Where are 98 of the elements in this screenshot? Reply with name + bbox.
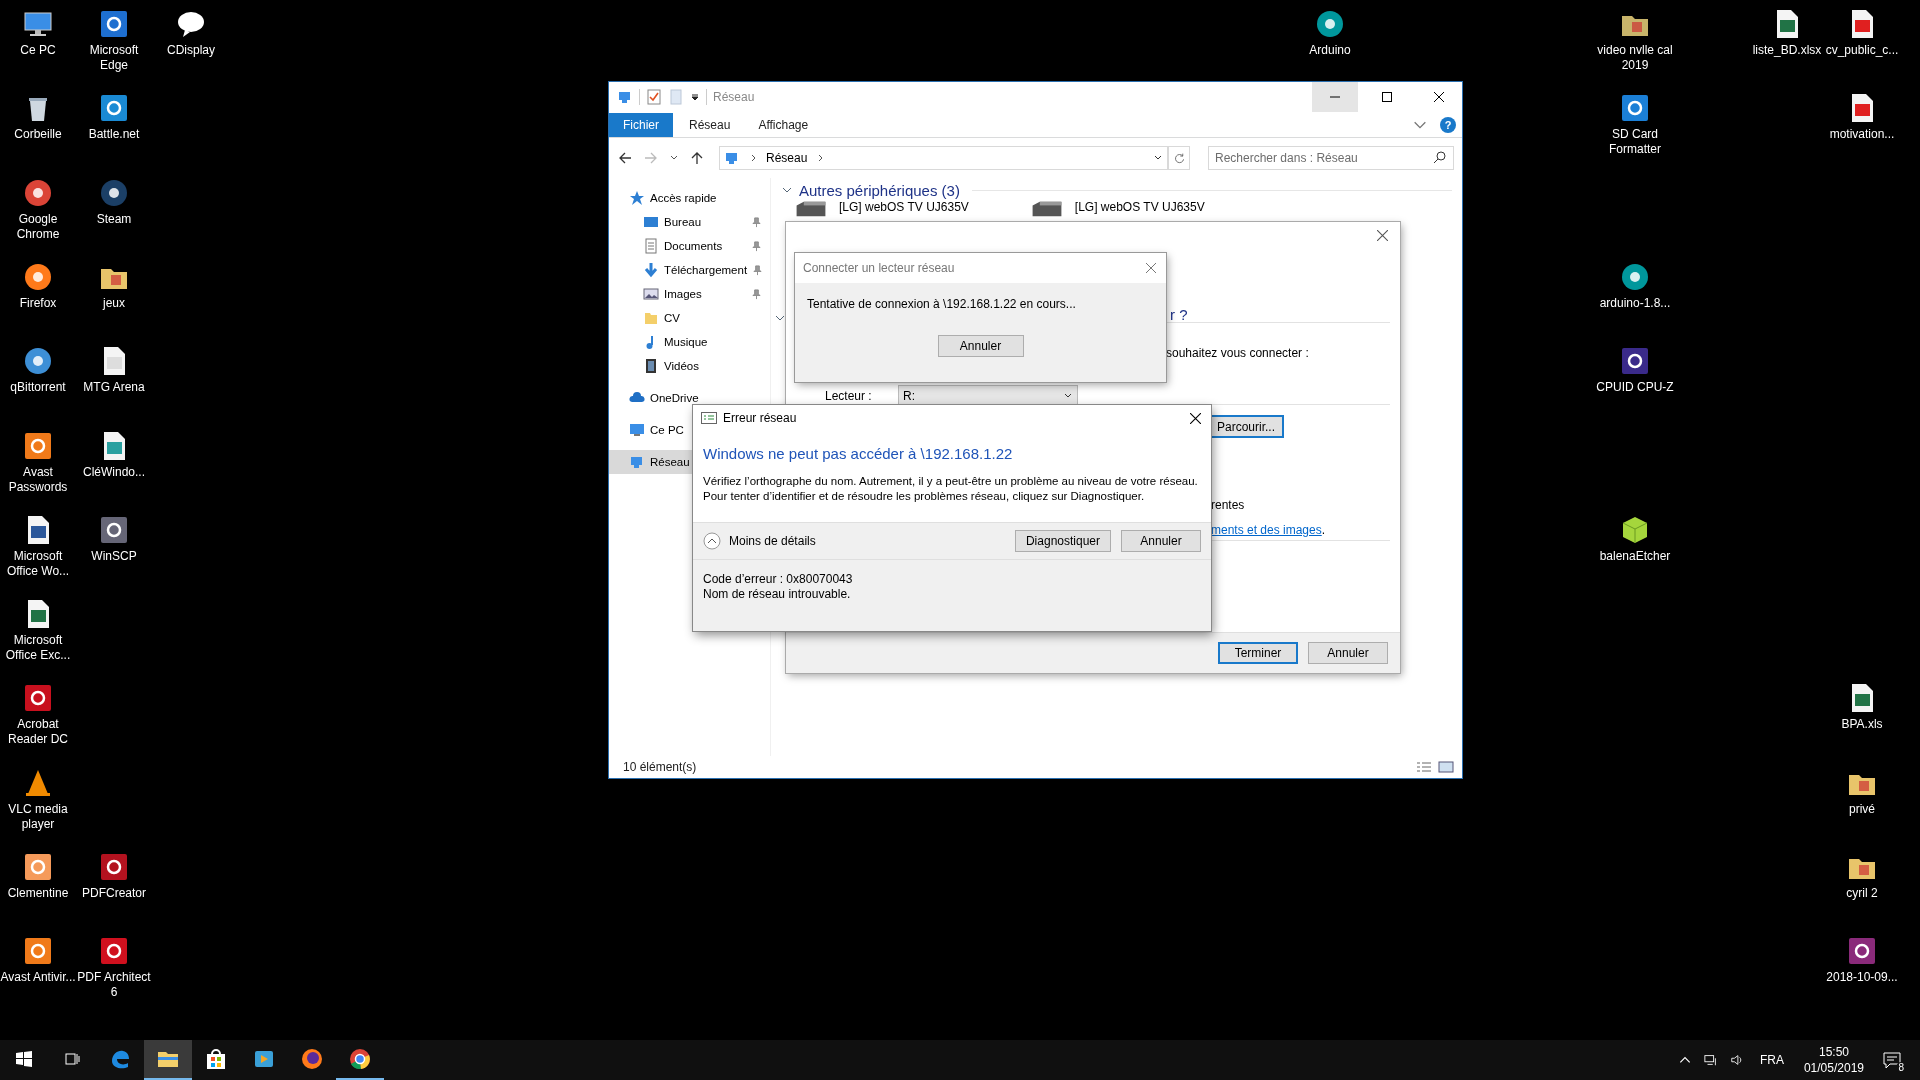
input-language[interactable]: FRA <box>1759 1053 1784 1067</box>
notification-button[interactable]: 8 <box>1872 1040 1912 1080</box>
nav-item[interactable]: Téléchargement <box>609 258 770 282</box>
dropdown-caret-icon[interactable] <box>690 92 700 102</box>
speaker-icon[interactable] <box>1729 1053 1744 1067</box>
shopping-bag-icon <box>204 1047 228 1071</box>
monitor-icon <box>629 422 645 438</box>
network-icon <box>724 150 740 166</box>
desktop-shortcut[interactable]: Arduino <box>1290 6 1370 58</box>
desktop-shortcut[interactable]: VLC media player <box>0 764 78 832</box>
dialog-button[interactable]: Annuler <box>1308 642 1388 664</box>
link[interactable]: ments et des images <box>1211 523 1322 537</box>
desktop-shortcut[interactable]: SD Card Formatter <box>1595 90 1675 158</box>
app-tile-icon <box>98 8 130 40</box>
nav-item[interactable]: Documents <box>609 234 770 258</box>
pin-icon[interactable] <box>752 264 764 276</box>
picture-icon <box>643 286 659 302</box>
network-icon[interactable] <box>1703 1053 1718 1067</box>
drive-label: Lecteur : <box>825 389 872 403</box>
collapse-chevron-icon[interactable] <box>703 532 721 550</box>
app-tile-icon <box>98 851 130 883</box>
cancel-button[interactable]: Annuler <box>937 335 1024 357</box>
search-field[interactable]: Rechercher dans : Réseau <box>1208 146 1454 170</box>
list-window-icon <box>701 412 717 424</box>
round-browser-icon <box>348 1047 372 1071</box>
back-arrow-icon[interactable] <box>617 150 633 166</box>
network-icon <box>629 454 645 470</box>
ribbon-tab[interactable]: Fichier <box>609 113 673 137</box>
close-icon <box>1434 92 1444 102</box>
ribbon-tab[interactable]: Affichage <box>746 113 821 137</box>
maximize-icon <box>1382 92 1392 102</box>
nav-item[interactable]: Images <box>609 282 770 306</box>
wizard-heading: r ? <box>1170 306 1188 323</box>
dialog-title: Connecter un lecteur réseau <box>803 261 955 275</box>
device-item[interactable]: [LG] webOS TV UJ635V <box>1028 200 1205 218</box>
dialog-title: Erreur réseau <box>723 411 797 425</box>
desktop-shortcut[interactable]: video nvlle cal 2019 <box>1595 6 1675 73</box>
notification-count: 8 <box>1896 1062 1906 1074</box>
pin-icon[interactable] <box>751 240 762 252</box>
error-detail: Code d’erreur : 0x80070043 <box>703 572 854 587</box>
windows-logo-icon <box>16 1051 32 1067</box>
punctuation: . <box>1321 523 1326 537</box>
device-item[interactable]: [LG] webOS TV UJ635V <box>793 200 969 218</box>
nav-item[interactable]: Accès rapide <box>609 186 770 210</box>
desktop-shortcut[interactable]: Acrobat Reader DC <box>0 680 78 748</box>
dialog-button[interactable]: Annuler <box>1121 530 1201 552</box>
app-tile-icon <box>22 851 54 883</box>
refresh-icon <box>1172 151 1186 165</box>
close-icon[interactable] <box>1377 230 1388 241</box>
close-icon[interactable] <box>1190 412 1201 424</box>
clock[interactable]: 15:50 01/05/2019 <box>1795 1044 1872 1076</box>
checklist-icon[interactable] <box>646 89 662 105</box>
star-icon <box>629 190 645 206</box>
dialog-button[interactable]: Diagnostiquer <box>1014 530 1111 552</box>
pin-icon[interactable] <box>751 288 762 300</box>
prompt-text: souhaitez vous connecter : <box>1166 346 1309 360</box>
desktop-shortcut[interactable]: privé <box>1822 764 1902 817</box>
status-text: 10 élément(s) <box>623 760 697 774</box>
taskbar-app[interactable] <box>144 1040 192 1080</box>
option-text: rentes <box>1211 498 1245 512</box>
desktop-shortcut[interactable]: balenaEtcher <box>1595 511 1675 564</box>
desktop-shortcut[interactable]: CDisplay <box>151 6 231 58</box>
window-title: Réseau <box>713 90 755 104</box>
desktop-shortcut[interactable]: motivation... <box>1822 90 1902 143</box>
help-button[interactable]: ? <box>1440 117 1456 133</box>
desktop-shortcut[interactable]: CPUID CPU-Z <box>1595 343 1675 396</box>
nav-item[interactable]: CV <box>609 306 770 330</box>
desktop-shortcut[interactable]: cyril 2 <box>1822 849 1902 901</box>
task-view-icon <box>64 1051 80 1067</box>
desktop-shortcut[interactable]: Microsoft Office Exc... <box>0 596 78 664</box>
pin-icon[interactable] <box>751 216 762 228</box>
nav-item[interactable]: Vidéos <box>609 354 770 378</box>
error-detail: Nom de réseau introuvable. <box>703 587 852 602</box>
desktop-shortcut[interactable]: 2018-10-09... <box>1822 933 1902 986</box>
progress-message: Tentative de connexion à \192.168.1.22 en cours... <box>806 297 1076 311</box>
desktop-shortcut[interactable]: arduino-1.8... <box>1595 258 1675 311</box>
group-header: Autres périphériques (3) <box>799 181 960 199</box>
nav-item[interactable]: Bureau <box>609 210 770 234</box>
dialog-button[interactable]: Terminer <box>1218 642 1298 664</box>
nav-item[interactable]: Musique <box>609 330 770 354</box>
download-arrow-icon <box>643 262 659 278</box>
document-icon <box>643 238 659 254</box>
round-app-icon <box>1314 8 1346 40</box>
message-icon <box>1882 1050 1902 1070</box>
fox-browser-icon <box>300 1047 324 1071</box>
drive-dropdown[interactable]: R: <box>898 385 1078 407</box>
folder-icon <box>643 310 659 326</box>
ribbon-tab[interactable]: Réseau <box>677 113 743 137</box>
desktop-shortcut[interactable]: BPA.xls <box>1822 680 1902 733</box>
film-icon <box>643 358 659 374</box>
error-message: Vérifiez l’orthographe du nom. Autrement, il y a peut-être un problème au niveau de votre réseau. Pour tenter d’identifier et de résoudre les problèmes réseau, cliquez sur Diagnostiquer. <box>703 474 1199 504</box>
address-bar[interactable]: Réseau <box>719 146 1168 170</box>
up-arrow-icon[interactable] <box>689 150 705 166</box>
search-icon[interactable] <box>1432 150 1448 166</box>
breadcrumb[interactable]: Réseau <box>766 151 808 165</box>
refresh-button[interactable] <box>1168 146 1190 170</box>
desktop-icon <box>643 214 659 230</box>
details-toggle[interactable]: Moins de détails <box>729 534 816 548</box>
